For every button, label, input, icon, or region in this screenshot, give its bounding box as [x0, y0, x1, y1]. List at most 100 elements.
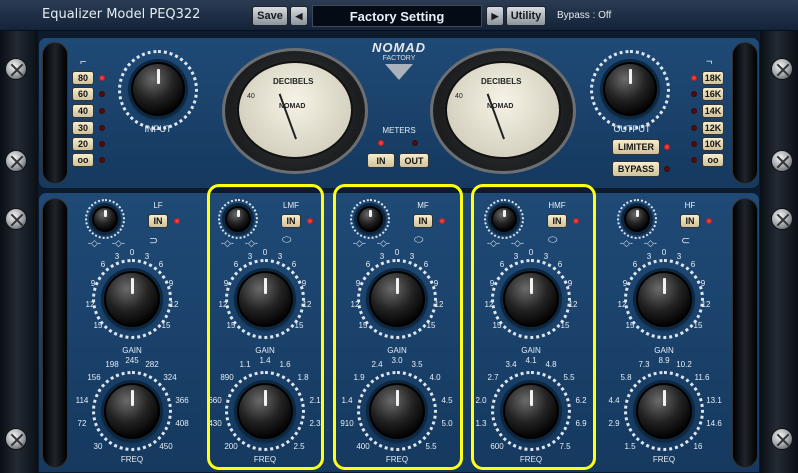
lf-freq-tick-label: 408 [175, 419, 189, 428]
hmf-gain-knob[interactable] [503, 271, 559, 327]
hf-freq-tick-label: 4.4 [608, 396, 620, 405]
mf-gain-tick-label: 15 [358, 321, 368, 330]
limiter-led [664, 144, 670, 150]
hpf-button-5[interactable]: oo [72, 153, 94, 167]
hmf-gain-tick-label: 0 [528, 248, 534, 257]
mf-gain-tick-label: 9 [433, 279, 439, 288]
lf-q-knob[interactable] [92, 206, 118, 232]
hpf-button-4[interactable]: 20 [72, 137, 94, 151]
lmf-freq-knob[interactable] [237, 383, 293, 439]
hmf-in-button[interactable]: IN [547, 214, 567, 228]
lpf-button-5[interactable]: oo [702, 153, 724, 167]
preset-display[interactable]: Factory Setting [312, 5, 482, 27]
hpf-button-2[interactable]: 40 [72, 104, 94, 118]
hmf-freq-tick-label: 7.5 [559, 442, 571, 451]
meter-out-button[interactable]: OUT [399, 153, 429, 168]
lmf-gain-tick-label: 15 [226, 321, 236, 330]
mf-gain-knob[interactable] [369, 271, 425, 327]
limiter-button[interactable]: LIMITER [612, 139, 660, 155]
hf-gain-tick-label: 6 [690, 260, 696, 269]
mf-in-button[interactable]: IN [413, 214, 433, 228]
screw-icon [5, 208, 27, 230]
hmf-freq-tick-label: 6.2 [575, 396, 587, 405]
mf-gain-tick-label: 12 [434, 300, 444, 309]
lf-gain-tick-label: 3 [114, 252, 120, 261]
input-knob[interactable] [131, 62, 185, 116]
lf-freq-knob[interactable] [104, 383, 160, 439]
hpf-button-0[interactable]: 80 [72, 71, 94, 85]
hmf-freq-tick-label: 4.8 [545, 360, 557, 369]
hf-freq-knob[interactable] [636, 383, 692, 439]
lmf-gain-knob[interactable] [237, 271, 293, 327]
hpf-curve-icon: ⌐ [80, 56, 87, 68]
hmf-gain-tick-label: 6 [499, 260, 505, 269]
lf-freq-tick-label: 324 [163, 373, 177, 382]
hpf-button-3[interactable]: 30 [72, 121, 94, 135]
output-knob[interactable] [603, 62, 657, 116]
meter-title: DECIBELS [481, 77, 522, 86]
output-meter: DECIBELS 40 NOMAD [430, 48, 576, 174]
lf-gain-tick-label: 9 [168, 279, 174, 288]
hf-freq-tick-label: 11.6 [694, 373, 710, 382]
mf-freq-tick-label: 4.5 [441, 396, 453, 405]
screw-icon [5, 150, 27, 172]
hmf-in-led [573, 218, 579, 224]
mf-gain-tick-label: 15 [426, 321, 436, 330]
lmf-freq-tick-label: 2.3 [309, 419, 321, 428]
q-narrow-icon: -◇- [221, 238, 234, 248]
lmf-gain-tick-label: 6 [233, 260, 239, 269]
nomad-logo: NOMAD FACTORY [364, 40, 434, 90]
lmf-in-button[interactable]: IN [281, 214, 301, 228]
mf-gain-tick-label: 6 [365, 260, 371, 269]
lf-gain-knob[interactable] [104, 271, 160, 327]
hf-gain-tick-label: 12 [617, 300, 627, 309]
lpf-button-2[interactable]: 14K [702, 104, 724, 118]
lmf-gain-tick-label: 12 [302, 300, 312, 309]
hmf-gain-tick-label: 9 [489, 279, 495, 288]
hmf-q-knob[interactable] [491, 206, 517, 232]
utility-button[interactable]: Utility [506, 6, 546, 26]
lpf-button-0[interactable]: 18K [702, 71, 724, 85]
hpf-led [99, 157, 105, 163]
lmf-freq-tick-label: 2.5 [293, 442, 305, 451]
next-preset-button[interactable]: ▶ [486, 6, 504, 26]
meter-in-button[interactable]: IN [367, 153, 395, 168]
lpf-button-1[interactable]: 16K [702, 87, 724, 101]
mf-freq-tick-label: 3.5 [411, 360, 423, 369]
hf-freq-tick-label: 16 [693, 442, 703, 451]
lf-gain-tick-label: 0 [129, 248, 135, 257]
hpf-button-1[interactable]: 60 [72, 87, 94, 101]
mf-freq-knob[interactable] [369, 383, 425, 439]
lpf-button-3[interactable]: 12K [702, 121, 724, 135]
save-button[interactable]: Save [252, 6, 288, 26]
hmf-freq-knob[interactable] [503, 383, 559, 439]
lmf-in-led [307, 218, 313, 224]
hf-q-knob[interactable] [624, 206, 650, 232]
lmf-gain-label: GAIN [255, 346, 275, 355]
lpf-led [691, 75, 697, 81]
hmf-gain-tick-label: 12 [568, 300, 578, 309]
lf-gain-tick-label: 9 [90, 279, 96, 288]
hmf-freq-tick-label: 2.7 [487, 373, 499, 382]
lf-in-button[interactable]: IN [148, 214, 168, 228]
lf-freq-tick-label: 450 [159, 442, 173, 451]
lf-band-label: LF [153, 201, 163, 210]
mf-freq-tick-label: 400 [356, 442, 370, 451]
hf-band-label: HF [684, 201, 696, 210]
hpf-led [99, 91, 105, 97]
q-wide-icon: -◇- [112, 238, 125, 248]
lf-freq-tick-label: 366 [175, 396, 189, 405]
mf-q-knob[interactable] [357, 206, 383, 232]
hf-gain-tick-label: 6 [632, 260, 638, 269]
prev-preset-button[interactable]: ◀ [290, 6, 308, 26]
lmf-freq-tick-label: 2.1 [309, 396, 321, 405]
hf-gain-knob[interactable] [636, 271, 692, 327]
hf-gain-label: GAIN [654, 346, 674, 355]
lf-gain-label: GAIN [122, 346, 142, 355]
hpf-led [99, 108, 105, 114]
lmf-q-knob[interactable] [225, 206, 251, 232]
lpf-button-4[interactable]: 10K [702, 137, 724, 151]
hf-in-button[interactable]: IN [680, 214, 700, 228]
right-rack-ear [760, 31, 798, 473]
bypass-button[interactable]: BYPASS [612, 161, 660, 177]
